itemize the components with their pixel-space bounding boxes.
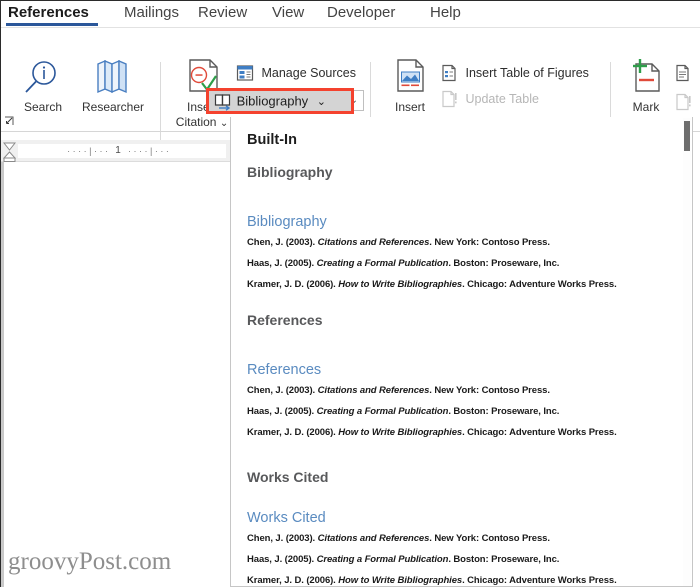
tab-mailings-label: Mailings <box>124 4 180 21</box>
first-line-indent-marker[interactable] <box>3 142 16 151</box>
books-icon <box>74 58 152 98</box>
research-dialog-launcher[interactable] <box>4 116 14 126</box>
insert-index-icon <box>674 64 692 82</box>
insert-caption-icon <box>378 58 442 98</box>
tab-view-label: View <box>272 4 305 21</box>
tab-developer[interactable]: Developer <box>325 0 397 28</box>
search-button[interactable]: Search <box>12 58 74 114</box>
manage-sources-button[interactable]: Manage Sources <box>236 61 356 83</box>
ruler-track[interactable]: · · · · | · · · 1 · · · · | · · · <box>18 144 226 158</box>
tab-view[interactable]: View <box>270 0 306 28</box>
watermark-groovypost: groovyPost.com <box>8 548 172 575</box>
gallery-item-preview-heading: Works Cited <box>247 510 326 526</box>
active-tab-underline <box>6 23 98 26</box>
gallery-item-references[interactable]: References References Chen, J. (2003). C… <box>231 312 681 452</box>
insert-index-button[interactable] <box>674 61 696 83</box>
gallery-item-title: Bibliography <box>247 164 333 180</box>
ruler-marks-right: · · · · | · · · <box>128 146 169 156</box>
insert-table-of-figures-button[interactable]: Insert Table of Figures <box>440 61 589 83</box>
mark-entry-icon <box>618 58 674 98</box>
citation-entry: Chen, J. (2003). Citations and Reference… <box>247 533 550 544</box>
chevron-down-icon: ⌄ <box>316 95 327 108</box>
word-window: References Mailings Review View Develope… <box>0 0 700 587</box>
ruler-number: 1 <box>115 145 121 156</box>
ribbon-tab-strip: References Mailings Review View Develope… <box>0 0 700 28</box>
update-table-icon <box>440 90 458 108</box>
gallery-content: Built-In Bibliography Bibliography Chen,… <box>231 117 686 586</box>
manage-sources-icon <box>236 64 254 82</box>
gallery-item-bibliography[interactable]: Bibliography Bibliography Chen, J. (2003… <box>231 164 681 304</box>
tab-references[interactable]: References <box>6 0 98 28</box>
gallery-item-title: Works Cited <box>247 469 329 485</box>
tab-help[interactable]: Help <box>428 0 463 28</box>
tab-review-label: Review <box>198 4 248 21</box>
tab-mailings[interactable]: Mailings <box>122 0 181 28</box>
gallery-item-title: References <box>247 312 323 328</box>
bibliography-gallery-dropdown[interactable]: Built-In Bibliography Bibliography Chen,… <box>230 117 693 587</box>
tab-references-label: References <box>8 4 89 21</box>
document-page[interactable] <box>0 162 230 587</box>
bibliography-button[interactable]: Bibliography ⌄ <box>206 88 354 114</box>
insert-caption-label-1: Insert <box>394 100 425 114</box>
search-button-label: Search <box>23 100 63 114</box>
gallery-item-preview-heading: Bibliography <box>247 214 327 230</box>
chevron-down-icon: ⌄ <box>219 118 229 129</box>
gallery-section-header-built-in: Built-In <box>247 132 297 148</box>
researcher-button[interactable]: Researcher <box>74 58 152 114</box>
researcher-button-label: Researcher <box>81 100 145 114</box>
update-table-button[interactable]: Update Table <box>440 87 539 109</box>
gallery-scrollbar-thumb[interactable] <box>684 121 690 151</box>
insert-citation-label-2: Citation ⌄ <box>175 115 229 129</box>
table-of-figures-icon <box>440 64 458 82</box>
gallery-scrollbar[interactable] <box>683 118 691 586</box>
gallery-item-preview-heading: References <box>247 362 322 378</box>
citation-entry: Haas, J. (2005). Creating a Formal Publi… <box>247 258 560 269</box>
citation-entry: Kramer, J. D. (2006). How to Write Bibli… <box>247 279 617 290</box>
citation-entry: Kramer, J. D. (2006). How to Write Bibli… <box>247 427 617 438</box>
document-left-gutter <box>0 162 4 587</box>
manage-sources-label: Manage Sources <box>261 65 356 80</box>
mark-entry-label-1: Mark <box>632 100 660 114</box>
update-index-icon <box>674 93 692 111</box>
insert-table-of-figures-label: Insert Table of Figures <box>465 65 589 80</box>
bibliography-button-label: Bibliography <box>236 93 309 109</box>
citation-entry: Chen, J. (2003). Citations and Reference… <box>247 385 550 396</box>
horizontal-ruler[interactable]: · · · · | · · · 1 · · · · | · · · <box>0 140 230 162</box>
tab-help-label: Help <box>430 4 461 21</box>
citation-entry: Chen, J. (2003). Citations and Reference… <box>247 237 550 248</box>
citation-entry: Haas, J. (2005). Creating a Formal Publi… <box>247 554 560 565</box>
gallery-item-works-cited[interactable]: Works Cited Works Cited Chen, J. (2003).… <box>231 469 681 586</box>
magnifier-info-icon <box>12 58 74 98</box>
bibliography-book-icon <box>213 92 233 112</box>
tab-review[interactable]: Review <box>196 0 249 28</box>
citation-entry: Kramer, J. D. (2006). How to Write Bibli… <box>247 575 617 586</box>
ruler-marks-left: · · · · | · · · <box>67 146 108 156</box>
tab-developer-label: Developer <box>327 4 396 21</box>
citation-entry: Haas, J. (2005). Creating a Formal Publi… <box>247 406 560 417</box>
hanging-indent-marker[interactable] <box>3 151 16 162</box>
update-table-label: Update Table <box>465 91 539 106</box>
update-index-button[interactable] <box>674 90 696 112</box>
